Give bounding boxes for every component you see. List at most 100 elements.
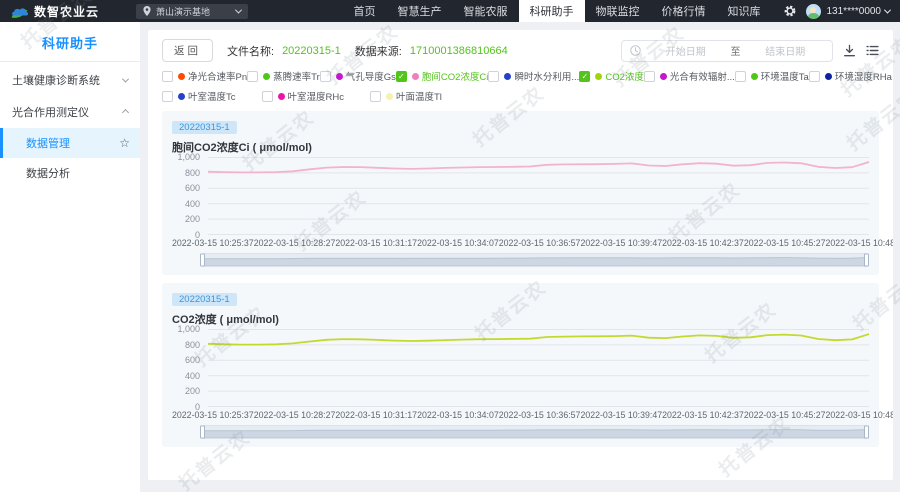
sidebar-menu: 土壤健康诊断系统光合作用测定仪数据管理 ☆ 数据分析 xyxy=(0,64,140,188)
legend-item[interactable]: 环境温度Ta xyxy=(735,69,809,83)
checkbox[interactable] xyxy=(262,91,273,102)
x-tick-label: 2022-03-15 10:28:27 xyxy=(254,410,336,420)
top-nav-item[interactable]: 科研助手 xyxy=(519,0,585,22)
legend-item[interactable]: 叶面温度Tl xyxy=(370,89,442,103)
plot-area xyxy=(208,329,869,407)
x-axis: 2022-03-15 10:25:372022-03-15 10:28:2720… xyxy=(172,238,869,248)
x-tick-label: 2022-03-15 10:31:17 xyxy=(335,238,417,248)
checkbox[interactable] xyxy=(809,71,820,82)
series-legend-row-1: 净光合速率Pn蒸腾速率Tr 气孔导度Gs✓胞间CO2浓度Ci 瞬时水分利用...✓C… xyxy=(148,67,893,85)
chevron-down-icon xyxy=(235,6,242,13)
legend-item[interactable]: 叶室湿度RHc xyxy=(262,89,344,103)
datazoom-slider[interactable] xyxy=(202,425,867,439)
legend-item[interactable]: 净光合速率Pn xyxy=(162,69,247,83)
sidebar-item-label: 数据分析 xyxy=(26,165,70,181)
series-color-dot xyxy=(825,73,832,80)
sidebar-group[interactable]: 光合作用测定仪 xyxy=(0,96,140,128)
series-color-dot xyxy=(386,93,393,100)
y-tick-label: 1,000 xyxy=(177,152,200,162)
x-tick-label: 2022-03-15 10:31:17 xyxy=(335,410,417,420)
avatar[interactable] xyxy=(806,4,821,19)
legend-item[interactable]: 光合有效辐射... xyxy=(644,69,735,83)
plot-row: 1,0008006004002000 xyxy=(172,157,869,235)
y-axis: 1,0008006004002000 xyxy=(172,157,208,235)
datazoom-handle-right[interactable] xyxy=(864,254,869,267)
x-tick-label: 2022-03-15 10:28:27 xyxy=(254,238,336,248)
location-select[interactable]: 萧山演示基地 xyxy=(136,4,248,19)
legend-label: 光合有效辐射... xyxy=(670,69,735,83)
start-date-placeholder[interactable]: 开始日期 xyxy=(647,43,725,58)
legend-label: 环境湿度RHa xyxy=(835,69,892,83)
x-tick-label: 2022-03-15 10:48:17 xyxy=(826,410,894,420)
x-tick-label: 2022-03-15 10:36:57 xyxy=(499,410,581,420)
star-icon[interactable]: ☆ xyxy=(119,137,130,149)
series-color-dot xyxy=(278,93,285,100)
avatar-body xyxy=(808,13,819,19)
chart-card-co2: 20220315-1 CO2浓度 ( μmol/mol) 1,000800600… xyxy=(162,283,879,447)
chevron-down-icon xyxy=(122,75,129,82)
checkbox[interactable] xyxy=(488,71,499,82)
line-chart xyxy=(208,329,869,407)
y-tick-label: 200 xyxy=(185,386,200,396)
data-source-value: 1710001386810664 xyxy=(410,45,508,57)
top-nav-item[interactable]: 首页 xyxy=(343,0,387,22)
file-name-label: 文件名称: xyxy=(227,43,274,59)
username: 131****0000 xyxy=(827,6,882,17)
toolbar-right: 开始日期 至 结束日期 xyxy=(621,40,879,62)
legend-item[interactable]: 蒸腾速率Tr xyxy=(247,69,320,83)
y-tick-label: 400 xyxy=(185,371,200,381)
datazoom-handle-right[interactable] xyxy=(864,426,869,439)
checkbox[interactable] xyxy=(644,71,655,82)
sidebar-group[interactable]: 土壤健康诊断系统 xyxy=(0,64,140,96)
avatar-head xyxy=(810,7,816,13)
legend-item[interactable]: ✓CO2浓度 xyxy=(579,69,644,83)
topbar: 数智农业云 萧山演示基地 首页智慧生产智能农服科研助手物联监控价格行情知识库 1… xyxy=(0,0,900,22)
legend-item[interactable]: 环境湿度RHa xyxy=(809,69,892,83)
top-nav-item[interactable]: 价格行情 xyxy=(651,0,717,22)
y-tick-label: 800 xyxy=(185,340,200,350)
date-range-picker[interactable]: 开始日期 至 结束日期 xyxy=(621,40,833,62)
datazoom-slider[interactable] xyxy=(202,253,867,267)
legend-label: 气孔导度Gs xyxy=(346,69,396,83)
checkbox[interactable]: ✓ xyxy=(396,71,407,82)
x-tick-label: 2022-03-15 10:34:07 xyxy=(417,238,499,248)
datazoom-handle-left[interactable] xyxy=(200,254,205,267)
download-icon[interactable] xyxy=(843,44,856,57)
checkbox[interactable] xyxy=(320,71,331,82)
checkbox[interactable] xyxy=(370,91,381,102)
checkbox[interactable] xyxy=(162,71,173,82)
legend-label: 环境温度Ta xyxy=(761,69,809,83)
top-nav-item[interactable]: 智能农服 xyxy=(453,0,519,22)
sidebar-item-label: 数据管理 xyxy=(26,135,70,151)
legend-item[interactable]: 叶室温度Tc xyxy=(162,89,236,103)
x-tick-label: 2022-03-15 10:39:47 xyxy=(580,238,662,248)
settings-gear-icon[interactable] xyxy=(784,5,796,17)
sidebar-title: 科研助手 xyxy=(0,22,140,61)
user-menu[interactable]: 131****0000 xyxy=(827,6,891,17)
x-tick-label: 2022-03-15 10:42:37 xyxy=(662,238,744,248)
legend-item[interactable]: ✓胞间CO2浓度Ci xyxy=(396,69,489,83)
datazoom-handle-left[interactable] xyxy=(200,426,205,439)
legend-label: 瞬时水分利用... xyxy=(514,69,579,83)
legend-item[interactable]: 瞬时水分利用... xyxy=(488,69,579,83)
checkbox[interactable] xyxy=(162,91,173,102)
legend-item[interactable]: 气孔导度Gs xyxy=(320,69,396,83)
back-button[interactable]: 返回 xyxy=(162,39,213,62)
end-date-placeholder[interactable]: 结束日期 xyxy=(747,43,825,58)
location-value: 萧山演示基地 xyxy=(156,5,231,18)
list-menu-icon[interactable] xyxy=(866,44,879,57)
x-tick-label: 2022-03-15 10:36:57 xyxy=(499,238,581,248)
top-nav-item[interactable]: 物联监控 xyxy=(585,0,651,22)
checkbox[interactable] xyxy=(247,71,258,82)
top-nav-item[interactable]: 智慧生产 xyxy=(387,0,453,22)
top-nav-item[interactable]: 知识库 xyxy=(717,0,772,22)
checkbox[interactable] xyxy=(735,71,746,82)
checkbox[interactable]: ✓ xyxy=(579,71,590,82)
series-color-dot xyxy=(178,73,185,80)
series-color-dot xyxy=(336,73,343,80)
series-color-dot xyxy=(504,73,511,80)
sidebar-item[interactable]: 数据管理 ☆ xyxy=(0,128,140,158)
sidebar-item[interactable]: 数据分析 xyxy=(0,158,140,188)
y-tick-label: 600 xyxy=(185,183,200,193)
x-axis: 2022-03-15 10:25:372022-03-15 10:28:2720… xyxy=(172,410,869,420)
